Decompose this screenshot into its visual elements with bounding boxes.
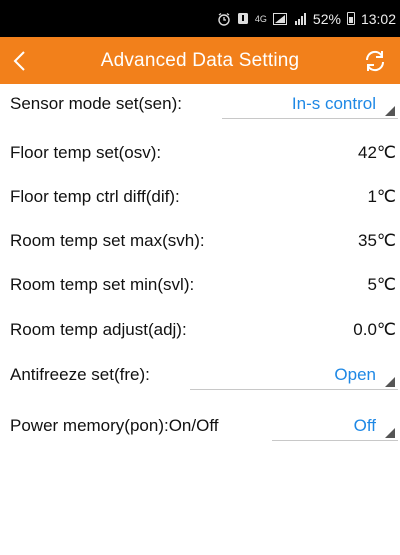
back-button[interactable]: [12, 44, 46, 78]
setting-label: Floor temp ctrl diff(dif):: [10, 187, 180, 206]
wifi-icon: [272, 12, 287, 25]
setting-value: 42℃: [357, 143, 396, 162]
network-type: 4G: [254, 13, 267, 24]
dropdown-triangle-icon: [385, 377, 395, 387]
setting-label: Room temp set max(svh):: [10, 231, 205, 250]
setting-row-floor-temp[interactable]: Floor temp set(osv): 42℃: [0, 131, 400, 175]
setting-value: 35℃: [357, 231, 396, 250]
setting-row-sensor-mode: Sensor mode set(sen): In-s control: [0, 82, 400, 126]
alarm-clock-icon: [217, 12, 231, 26]
refresh-icon: [365, 50, 385, 72]
setting-label: Antifreeze set(fre):: [10, 365, 150, 384]
battery-percent: 52%: [312, 10, 341, 27]
dropdown-value: Open: [334, 364, 376, 384]
setting-row-power-memory: Power memory(pon):On/Off Off: [0, 404, 400, 448]
chevron-left-icon: [13, 51, 25, 71]
dropdown-triangle-icon: [385, 106, 395, 116]
setting-row-floor-diff[interactable]: Floor temp ctrl diff(dif): 1℃: [0, 175, 400, 219]
dropdown-value: Off: [353, 415, 376, 435]
battery-icon: [346, 12, 355, 25]
setting-value: 1℃: [367, 187, 396, 206]
setting-value: 5℃: [367, 275, 396, 294]
refresh-button[interactable]: [358, 44, 392, 78]
setting-value: 0.0℃: [353, 320, 396, 339]
power-memory-dropdown[interactable]: Off: [272, 411, 398, 441]
title-bar: Advanced Data Setting: [0, 37, 400, 84]
setting-row-antifreeze: Antifreeze set(fre): Open: [0, 353, 400, 397]
page-title: Advanced Data Setting: [100, 49, 300, 71]
notification-icon: [237, 12, 249, 25]
setting-label: Room temp set min(svl):: [10, 275, 195, 294]
setting-label: Sensor mode set(sen):: [10, 94, 182, 113]
signal-icon: [293, 12, 307, 25]
setting-label: Room temp adjust(adj):: [10, 320, 187, 339]
setting-row-room-adjust[interactable]: Room temp adjust(adj): 0.0℃: [0, 308, 400, 352]
setting-row-room-min[interactable]: Room temp set min(svl): 5℃: [0, 263, 400, 307]
sensor-mode-dropdown[interactable]: In-s control: [222, 89, 398, 119]
dropdown-triangle-icon: [385, 428, 395, 438]
setting-row-room-max[interactable]: Room temp set max(svh): 35℃: [0, 219, 400, 263]
setting-label: Power memory(pon):On/Off: [10, 416, 219, 435]
dropdown-value: In-s control: [291, 93, 376, 113]
setting-label: Floor temp set(osv):: [10, 143, 162, 162]
status-bar: 4G 52% 13:02: [0, 0, 400, 37]
antifreeze-dropdown[interactable]: Open: [190, 360, 398, 390]
clock: 13:02: [360, 10, 396, 27]
